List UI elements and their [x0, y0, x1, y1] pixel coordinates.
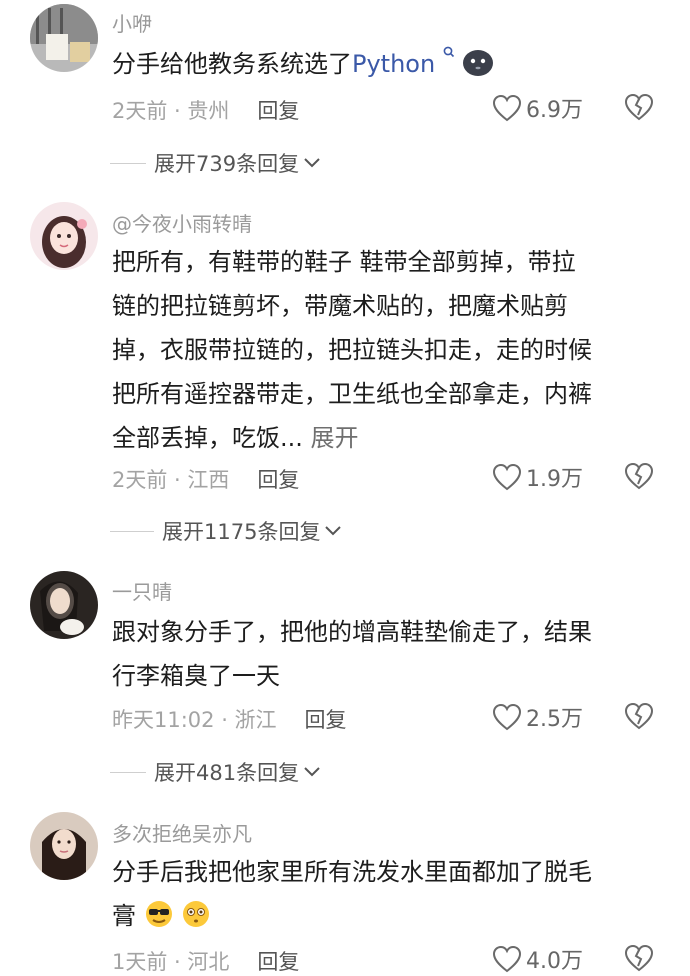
- avatar[interactable]: [30, 4, 98, 72]
- chevron-down-icon: [304, 158, 320, 168]
- comment-line: 把所有遥控器带走，卫生纸也全部拿走，内裤: [112, 380, 592, 408]
- like-button[interactable]: 2.5万: [492, 701, 583, 733]
- comment-line: 跟对象分手了，把他的增高鞋垫偷走了，结果: [112, 618, 592, 646]
- username[interactable]: @今夜小雨转晴: [112, 208, 252, 237]
- like-count: 1.9万: [526, 467, 583, 492]
- comment-line: 把所有，有鞋带的鞋子 鞋带全部剪掉，带拉: [112, 248, 576, 276]
- broken-heart-icon: [624, 702, 654, 730]
- comment-line: 膏: [112, 902, 136, 930]
- expand-replies-button[interactable]: 展开481条回复: [110, 757, 322, 787]
- comment-line: 全部丢掉，吃饭...: [112, 424, 303, 452]
- like-count: 2.5万: [526, 707, 583, 732]
- sunglasses-emoji-icon: [145, 901, 172, 927]
- comment-text: 把所有，有鞋带的鞋子 鞋带全部剪掉，带拉 链的把拉链剪坏，带魔术贴的，把魔术贴剪…: [112, 240, 672, 460]
- like-button[interactable]: 4.0万: [492, 943, 583, 975]
- time-location: 1天前 · 河北: [112, 950, 230, 974]
- heart-outline-icon: [492, 94, 522, 122]
- comment-text: 分手后我把他家里所有洗发水里面都加了脱毛 膏: [112, 850, 672, 938]
- username[interactable]: 多次拒绝吴亦凡: [112, 818, 252, 847]
- comment-line: 分手后我把他家里所有洗发水里面都加了脱毛: [112, 858, 592, 886]
- expand-replies-label: 展开739条回复: [154, 152, 300, 176]
- expand-replies-button[interactable]: 展开739条回复: [110, 148, 322, 178]
- avatar[interactable]: [30, 571, 98, 639]
- like-count: 4.0万: [526, 949, 583, 974]
- dislike-button[interactable]: [624, 702, 654, 734]
- dislike-button[interactable]: [624, 462, 654, 494]
- username[interactable]: 小咿: [112, 8, 152, 37]
- chevron-down-icon: [304, 767, 320, 777]
- heart-outline-icon: [492, 945, 522, 973]
- time-location: 2天前 · 贵州: [112, 99, 230, 123]
- comment-line: 行李箱臭了一天: [112, 662, 280, 690]
- divider: [110, 162, 146, 164]
- reply-button[interactable]: 回复: [257, 468, 299, 492]
- expand-text-link[interactable]: 展开: [311, 424, 359, 452]
- like-button[interactable]: 1.9万: [492, 461, 583, 493]
- like-button[interactable]: 6.9万: [492, 92, 583, 124]
- broken-heart-icon: [624, 93, 654, 121]
- expand-replies-label: 展开1175条回复: [162, 520, 321, 544]
- chevron-down-icon: [325, 526, 342, 536]
- time-location: 2天前 · 江西: [112, 468, 230, 492]
- comment-meta: 1天前 · 河北 回复: [112, 946, 299, 976]
- search-link[interactable]: Python: [352, 50, 435, 78]
- comment-text: 跟对象分手了，把他的增高鞋垫偷走了，结果 行李箱臭了一天: [112, 610, 672, 698]
- like-count: 6.9万: [526, 98, 583, 123]
- username[interactable]: 一只晴: [112, 576, 172, 605]
- expand-replies-label: 展开481条回复: [154, 761, 300, 785]
- reply-button[interactable]: 回复: [305, 708, 347, 732]
- comment-meta: 2天前 · 江西 回复: [112, 464, 299, 494]
- heart-outline-icon: [492, 703, 522, 731]
- reply-button[interactable]: 回复: [257, 99, 299, 123]
- heart-outline-icon: [492, 463, 522, 491]
- divider: [110, 530, 154, 532]
- expand-replies-button[interactable]: 展开1175条回复: [110, 516, 343, 546]
- broken-heart-icon: [624, 944, 654, 972]
- blob-emoji-icon: [463, 50, 494, 76]
- comment-meta: 昨天11:02 · 浙江 回复: [112, 704, 347, 734]
- comment-line: 掉，衣服带拉链的，把拉链头扣走，走的时候: [112, 336, 592, 364]
- comment-text: 分手给他教务系统选了Python: [112, 42, 672, 86]
- avatar[interactable]: [30, 812, 98, 880]
- search-icon: [443, 46, 454, 58]
- reply-button[interactable]: 回复: [257, 950, 299, 974]
- flushed-emoji-icon: [183, 901, 210, 927]
- dislike-button[interactable]: [624, 93, 654, 125]
- time-location: 昨天11:02 · 浙江: [112, 708, 277, 732]
- avatar[interactable]: [30, 202, 98, 270]
- comment-meta: 2天前 · 贵州 回复: [112, 95, 299, 125]
- broken-heart-icon: [624, 462, 654, 490]
- comment-line: 分手给他教务系统选了: [112, 50, 352, 78]
- divider: [110, 771, 146, 773]
- dislike-button[interactable]: [624, 944, 654, 976]
- comment-line: 链的把拉链剪坏，带魔术贴的，把魔术贴剪: [112, 292, 568, 320]
